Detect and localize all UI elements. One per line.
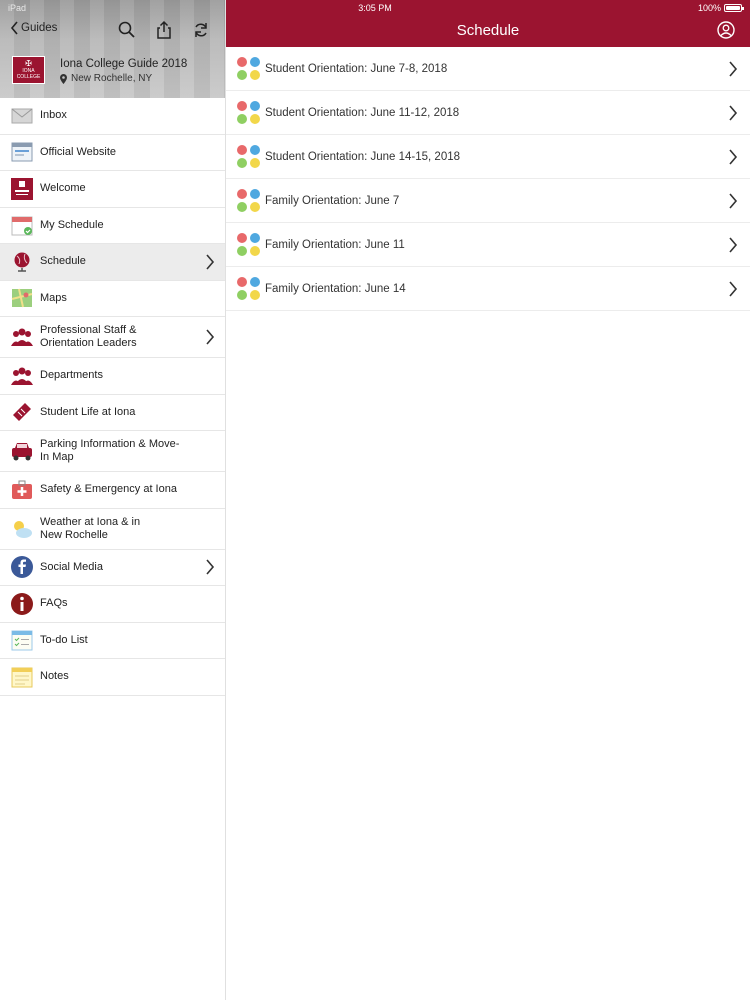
status-bar: iPad 3:05 PM 100%: [0, 0, 750, 16]
chevron-right-icon: [729, 236, 738, 253]
page-title: Schedule: [456, 22, 520, 39]
location-pin-icon: [60, 73, 67, 84]
status-time: 3:05 PM: [358, 3, 392, 13]
sidebar: Guides ✠ IONA COLLEGE Iona College Guide…: [0, 0, 226, 1000]
chevron-right-icon: [206, 559, 215, 575]
sidebar-item-safety[interactable]: Safety & Emergency at Iona: [0, 472, 225, 509]
list-item-label: Student Orientation: June 7-8, 2018: [265, 62, 448, 75]
list-item-label: Family Orientation: June 14: [265, 282, 406, 295]
first-aid-icon: [12, 480, 32, 499]
chevron-left-icon: [10, 21, 18, 35]
sidebar-item-professional-staff[interactable]: Professional Staff & Orientation Leaders: [0, 317, 225, 358]
schedule-dots-icon: [237, 101, 260, 124]
list-item-label: Family Orientation: June 7: [265, 194, 400, 207]
sidebar-item-maps[interactable]: Maps: [0, 281, 225, 317]
notepad-icon: [11, 667, 33, 688]
ticket-icon: [13, 403, 31, 422]
share-icon[interactable]: [154, 20, 174, 40]
weather-icon: [14, 520, 32, 538]
list-item-label: Family Orientation: June 11: [265, 238, 405, 251]
sidebar-item-notes[interactable]: Notes: [0, 659, 225, 696]
guide-location: New Rochelle, NY: [71, 73, 153, 84]
sidebar-item-social-media[interactable]: Social Media: [0, 550, 225, 586]
list-item-label: Student Orientation: June 11-12, 2018: [265, 106, 460, 119]
guide-title: Iona College Guide 2018: [60, 58, 188, 70]
iona-college-logo: ✠ IONA COLLEGE: [12, 56, 45, 84]
sidebar-item-inbox[interactable]: Inbox: [0, 98, 225, 135]
website-icon: [11, 142, 33, 162]
schedule-dots-icon: [237, 145, 260, 168]
sidebar-item-departments[interactable]: Departments: [0, 358, 225, 395]
sidebar-item-parking[interactable]: Parking Information & Move- In Map: [0, 431, 225, 472]
people-icon: [11, 328, 33, 346]
back-button[interactable]: Guides: [10, 21, 57, 35]
sidebar-item-my-schedule[interactable]: My Schedule: [0, 208, 225, 244]
chevron-right-icon: [206, 329, 215, 345]
calendar-check-icon: [11, 216, 33, 236]
chevron-right-icon: [729, 280, 738, 297]
chevron-right-icon: [729, 104, 738, 121]
list-item[interactable]: Student Orientation: June 11-12, 2018: [226, 91, 750, 135]
chevron-right-icon: [729, 192, 738, 209]
schedule-dots-icon: [237, 277, 260, 300]
sidebar-item-todo-list[interactable]: To-do List: [0, 623, 225, 659]
refresh-icon[interactable]: [191, 20, 211, 40]
battery-percent: 100%: [697, 3, 721, 13]
facebook-icon: [11, 556, 33, 579]
globe-icon: [14, 252, 30, 272]
sidebar-item-weather[interactable]: Weather at Iona & in New Rochelle: [0, 509, 225, 550]
sidebar-item-schedule[interactable]: Schedule: [0, 244, 225, 281]
main-panel: Schedule Student Orientation: June 7-8, …: [226, 0, 750, 1000]
list-item-label: Student Orientation: June 14-15, 2018: [265, 150, 461, 163]
inbox-icon: [11, 108, 33, 124]
schedule-dots-icon: [237, 189, 260, 212]
guide-card[interactable]: ✠ IONA COLLEGE Iona College Guide 2018 N…: [12, 56, 215, 92]
schedule-dots-icon: [237, 233, 260, 256]
schedule-list: Student Orientation: June 7-8, 2018 Stud…: [226, 47, 750, 311]
map-icon: [11, 289, 33, 308]
list-item[interactable]: Student Orientation: June 7-8, 2018: [226, 47, 750, 91]
search-icon[interactable]: [117, 20, 137, 40]
list-item[interactable]: Family Orientation: June 14: [226, 267, 750, 311]
sidebar-toolbar: Guides: [0, 18, 225, 44]
schedule-dots-icon: [237, 57, 260, 80]
sidebar-item-welcome[interactable]: Welcome: [0, 171, 225, 208]
back-button-label: Guides: [21, 22, 58, 34]
sidebar-item-student-life[interactable]: Student Life at Iona: [0, 395, 225, 431]
profile-icon[interactable]: [717, 21, 735, 39]
chevron-right-icon: [729, 148, 738, 165]
list-item[interactable]: Family Orientation: June 7: [226, 179, 750, 223]
car-icon: [12, 443, 32, 461]
battery-icon: [724, 4, 744, 12]
sidebar-item-official-website[interactable]: Official Website: [0, 135, 225, 171]
iona-logo-icon: [11, 177, 33, 200]
checklist-icon: [11, 630, 33, 651]
list-item[interactable]: Family Orientation: June 11: [226, 223, 750, 267]
chevron-right-icon: [729, 60, 738, 77]
sidebar-item-faqs[interactable]: FAQs: [0, 586, 225, 623]
list-item[interactable]: Student Orientation: June 14-15, 2018: [226, 135, 750, 179]
people-icon: [11, 367, 33, 385]
sidebar-menu: Inbox Official Website Welcome My Schedu…: [0, 98, 225, 696]
info-icon: [11, 592, 33, 615]
chevron-right-icon: [206, 254, 215, 270]
